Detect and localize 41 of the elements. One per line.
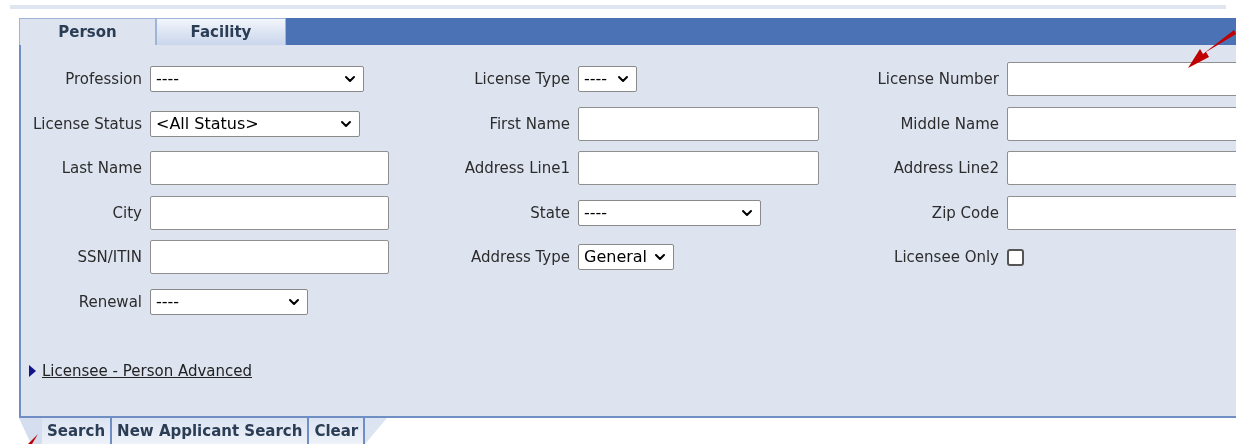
field-label: License Number	[876, 69, 999, 90]
checkbox[interactable]	[1007, 248, 1024, 266]
action-button[interactable]: Search	[42, 418, 113, 444]
select-field[interactable]: ----	[578, 66, 637, 93]
action-button[interactable]: New Applicant Search	[112, 418, 310, 444]
input-field[interactable]	[578, 106, 819, 141]
field-label: Profession	[64, 69, 142, 90]
input-field[interactable]	[1007, 195, 1236, 230]
field-label: Address Type	[470, 247, 570, 268]
field-label: City	[111, 202, 142, 224]
input-field[interactable]	[150, 151, 389, 186]
field-label: First Name	[488, 113, 570, 135]
select-field[interactable]: General	[578, 244, 674, 271]
tab[interactable]: Facility	[156, 18, 286, 45]
arrow-icon	[28, 434, 38, 444]
advanced-search-link[interactable]: Licensee - Person Advanced	[42, 360, 252, 383]
field-label: State	[529, 202, 570, 224]
select-field[interactable]: ----	[150, 66, 364, 93]
arrow-icon	[1188, 30, 1236, 68]
field-label: Zip Code	[930, 202, 999, 224]
field-label: Renewal	[77, 291, 142, 313]
field-label: License Type	[473, 69, 570, 90]
select-field[interactable]: <All Status>	[150, 110, 360, 137]
input-field[interactable]	[1007, 106, 1236, 141]
field-label: License Status	[31, 113, 142, 135]
input-field[interactable]	[1007, 62, 1236, 97]
select-field[interactable]: ----	[578, 199, 761, 226]
select-field[interactable]: ----	[150, 288, 308, 315]
field-label: Middle Name	[899, 113, 999, 135]
input-field[interactable]	[1007, 151, 1236, 186]
field-label: SSN/ITIN	[76, 247, 142, 268]
field-label: Address Line1	[463, 158, 570, 179]
input-field[interactable]	[150, 195, 389, 230]
expand-triangle-icon[interactable]	[29, 365, 36, 378]
field-label: Licensee Only	[893, 247, 999, 268]
tab[interactable]: Person	[19, 18, 156, 45]
action-button[interactable]: Clear	[309, 418, 366, 444]
field-label: Last Name	[60, 158, 142, 179]
field-label: Address Line2	[892, 158, 999, 179]
input-field[interactable]	[150, 240, 389, 275]
input-field[interactable]	[578, 151, 819, 186]
